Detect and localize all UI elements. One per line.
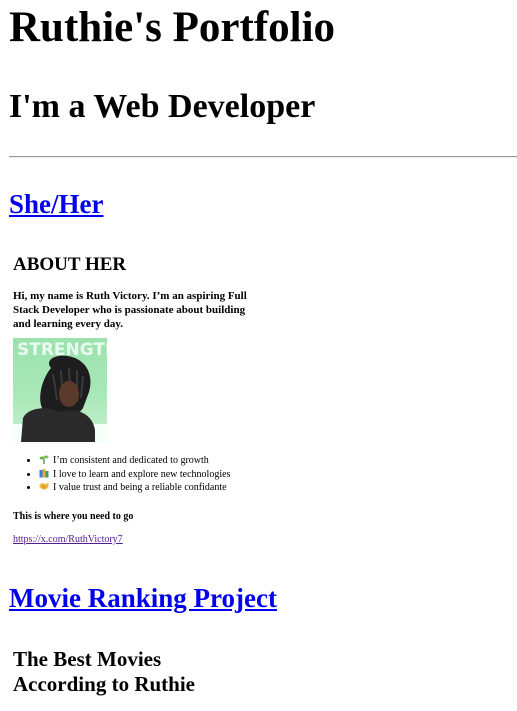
list-item: I value trust and being a reliable confi… [39, 481, 319, 495]
trait-text: I’m consistent and dedicated to growth [53, 455, 209, 466]
handshake-icon [39, 483, 49, 490]
portrait-figure [13, 355, 107, 442]
books-icon [39, 468, 49, 477]
about-intro: Hi, my name is Ruth Victory. I’m an aspi… [13, 290, 247, 330]
about-section: ABOUT HER Hi, my name is Ruth Victory. I… [13, 254, 313, 554]
page-title: Ruthie's Portfolio [9, 4, 336, 51]
list-item: I’m consistent and dedicated to growth [39, 454, 319, 468]
trait-text: I value trust and being a reliable confi… [53, 482, 227, 493]
movie-ranking-link[interactable]: Movie Ranking Project [9, 582, 277, 614]
list-item: I love to learn and explore new technolo… [39, 468, 319, 482]
movies-heading: The Best Movies According to Ruthie [13, 647, 195, 696]
divider [9, 156, 517, 158]
page-subtitle: I'm a Web Developer [9, 88, 316, 125]
about-heading: ABOUT HER [13, 254, 127, 275]
seedling-icon [39, 455, 49, 464]
profile-photo: STRENGTH [13, 338, 107, 442]
traits-list: I’m consistent and dedicated to growth I… [13, 454, 319, 495]
pronouns-link[interactable]: She/Her [9, 188, 104, 220]
trait-text: I love to learn and explore new technolo… [53, 468, 231, 480]
go-text: This is where you need to go [13, 511, 134, 522]
profile-link[interactable]: https://x.com/RuthVictory7 [13, 534, 123, 545]
